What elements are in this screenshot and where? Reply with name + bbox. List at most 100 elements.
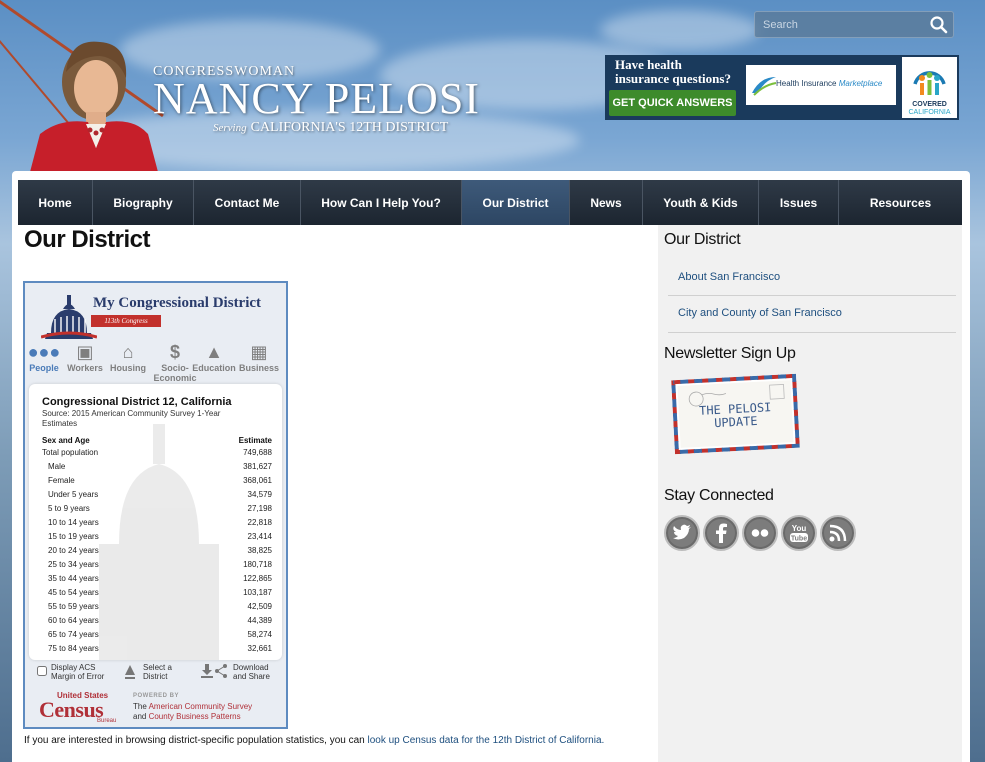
- newsletter-signup-image[interactable]: THE PELOSI UPDATE: [671, 373, 800, 455]
- flickr-icon[interactable]: [742, 515, 778, 551]
- rss-icon[interactable]: [820, 515, 856, 551]
- health-insurance-banner[interactable]: Have health insurance questions? GET QUI…: [605, 55, 959, 120]
- table-row: 65 to 74 years 58,274: [42, 630, 272, 644]
- row-label: 60 to 64 years: [48, 616, 99, 625]
- covered-label-b: CALIFORNIA: [908, 109, 951, 116]
- table-row: 45 to 54 years 103,187: [42, 588, 272, 602]
- tab-housing[interactable]: ⌂ Housing: [106, 341, 150, 373]
- sidebar-link-about-sf[interactable]: About San Francisco: [678, 271, 780, 283]
- tab-education-label: Education: [192, 363, 236, 373]
- table-row: 10 to 14 years 22,818: [42, 518, 272, 532]
- census-tabs: ●●● People ▣ Workers ⌂ Housing $ Socio-Econo…: [22, 341, 286, 383]
- row-value: 103,187: [243, 588, 272, 597]
- select-district-icon[interactable]: [125, 665, 135, 679]
- row-label: Male: [48, 462, 66, 471]
- congress-ribbon: 113th Congress: [91, 315, 161, 327]
- marketplace-logo[interactable]: Health Insurance Marketplace: [746, 65, 896, 105]
- svg-text:You: You: [792, 524, 807, 533]
- table-row: Under 5 years 34,579: [42, 490, 272, 504]
- search-icon[interactable]: [929, 15, 949, 35]
- nav-youth-kids[interactable]: Youth & Kids: [643, 180, 759, 225]
- sidebar-heading-district: Our District: [664, 231, 741, 248]
- row-label: Under 5 years: [48, 490, 99, 499]
- row-value: 58,274: [247, 630, 272, 639]
- powered-the: The: [133, 702, 149, 711]
- nav-our-district[interactable]: Our District: [462, 180, 570, 225]
- table-row: Male 381,627: [42, 462, 272, 476]
- row-label: 20 to 24 years: [48, 546, 99, 555]
- census-widget[interactable]: My Congressional District 113th Congress…: [23, 281, 288, 729]
- nav-biography[interactable]: Biography: [93, 180, 194, 225]
- row-label: 35 to 44 years: [48, 574, 99, 583]
- table-row: 5 to 9 years 27,198: [42, 504, 272, 518]
- row-value: 42,509: [247, 602, 272, 611]
- tab-people-label: People: [29, 363, 59, 373]
- table-row: 75 to 84 years 32,661: [42, 644, 272, 658]
- table-row: 60 to 64 years 44,389: [42, 616, 272, 630]
- nav-news[interactable]: News: [570, 180, 643, 225]
- sidebar-heading-newsletter: Newsletter Sign Up: [664, 345, 796, 362]
- page-title: Our District: [24, 226, 151, 253]
- table-row: 20 to 24 years 38,825: [42, 546, 272, 560]
- table-row: Total population 749,688: [42, 448, 272, 462]
- divider: [668, 295, 956, 296]
- census-logo[interactable]: Census: [39, 697, 104, 723]
- download-label-a: Download: [233, 663, 269, 672]
- powered-by-text: The American Community Survey and County…: [133, 702, 283, 722]
- covered-california-label: COVERED CALIFORNIA: [902, 101, 957, 117]
- select-district-link[interactable]: Select a District: [143, 663, 172, 681]
- site-brand[interactable]: CONGRESSWOMAN NANCY PELOSI Serving CALIFO…: [153, 64, 513, 144]
- promo-question: Have health insurance questions?: [615, 58, 731, 86]
- row-value: 368,061: [243, 476, 272, 485]
- tab-business[interactable]: ▦ Business: [237, 341, 281, 373]
- nav-contact-me[interactable]: Contact Me: [194, 180, 301, 225]
- brand-name: NANCY PELOSI: [153, 74, 480, 123]
- briefcase-icon: ▣: [76, 342, 94, 362]
- census-data-link[interactable]: look up Census data for the 12th Distric…: [368, 735, 605, 746]
- nav-resources[interactable]: Resources: [839, 180, 962, 225]
- marketplace-label-a: Health Insurance: [776, 79, 839, 88]
- powered-by-label: POWERED BY: [133, 693, 180, 699]
- census-data-card[interactable]: Congressional District 12, California So…: [29, 384, 282, 660]
- social-links: You Tube: [664, 515, 856, 551]
- cbp-link[interactable]: County Business Patterns: [149, 712, 241, 721]
- census-footer: Display ACS Margin of Error Select a Distr…: [25, 661, 286, 691]
- tab-workers-label: Workers: [67, 363, 103, 373]
- row-value: 27,198: [247, 504, 272, 513]
- twitter-icon[interactable]: [664, 515, 700, 551]
- census-bureau-label: Bureau: [97, 718, 117, 724]
- congresswoman-portrait: [30, 41, 158, 172]
- sidebar-link-city-county-sf[interactable]: City and County of San Francisco: [678, 307, 842, 319]
- nav-how-can-i-help[interactable]: How Can I Help You?: [301, 180, 462, 225]
- acs-margin-checkbox[interactable]: [37, 666, 47, 676]
- row-label: 15 to 19 years: [48, 532, 99, 541]
- row-value: 34,579: [247, 490, 272, 499]
- row-label: Female: [48, 476, 75, 485]
- col-sex-age: Sex and Age: [42, 436, 90, 445]
- share-icon[interactable]: [215, 664, 227, 678]
- display-acs-label[interactable]: Display ACS Margin of Error: [51, 663, 104, 681]
- nav-home[interactable]: Home: [18, 180, 93, 225]
- svg-text:Tube: Tube: [791, 536, 807, 543]
- col-estimate: Estimate: [238, 436, 272, 445]
- download-share-link[interactable]: Download and Share: [233, 663, 270, 681]
- row-value: 38,825: [247, 546, 272, 555]
- nav-issues[interactable]: Issues: [759, 180, 839, 225]
- people-icon: ●●●: [27, 342, 61, 362]
- tab-workers[interactable]: ▣ Workers: [63, 341, 107, 373]
- row-value: 23,414: [247, 532, 272, 541]
- row-label: 5 to 9 years: [48, 504, 90, 513]
- download-icon[interactable]: [201, 664, 213, 678]
- get-quick-answers-button[interactable]: GET QUICK ANSWERS: [609, 90, 736, 116]
- divider: [668, 332, 956, 333]
- covered-california-logo[interactable]: COVERED CALIFORNIA: [902, 57, 957, 118]
- youtube-icon[interactable]: You Tube: [781, 515, 817, 551]
- facebook-icon[interactable]: [703, 515, 739, 551]
- acs-link[interactable]: American Community Survey: [149, 702, 253, 711]
- table-row: 15 to 19 years 23,414: [42, 532, 272, 546]
- row-label: 25 to 34 years: [48, 560, 99, 569]
- tab-people[interactable]: ●●● People: [22, 341, 66, 373]
- tab-education[interactable]: ▲ Education: [192, 341, 236, 373]
- search-input[interactable]: [759, 15, 924, 35]
- row-label: Total population: [42, 448, 99, 457]
